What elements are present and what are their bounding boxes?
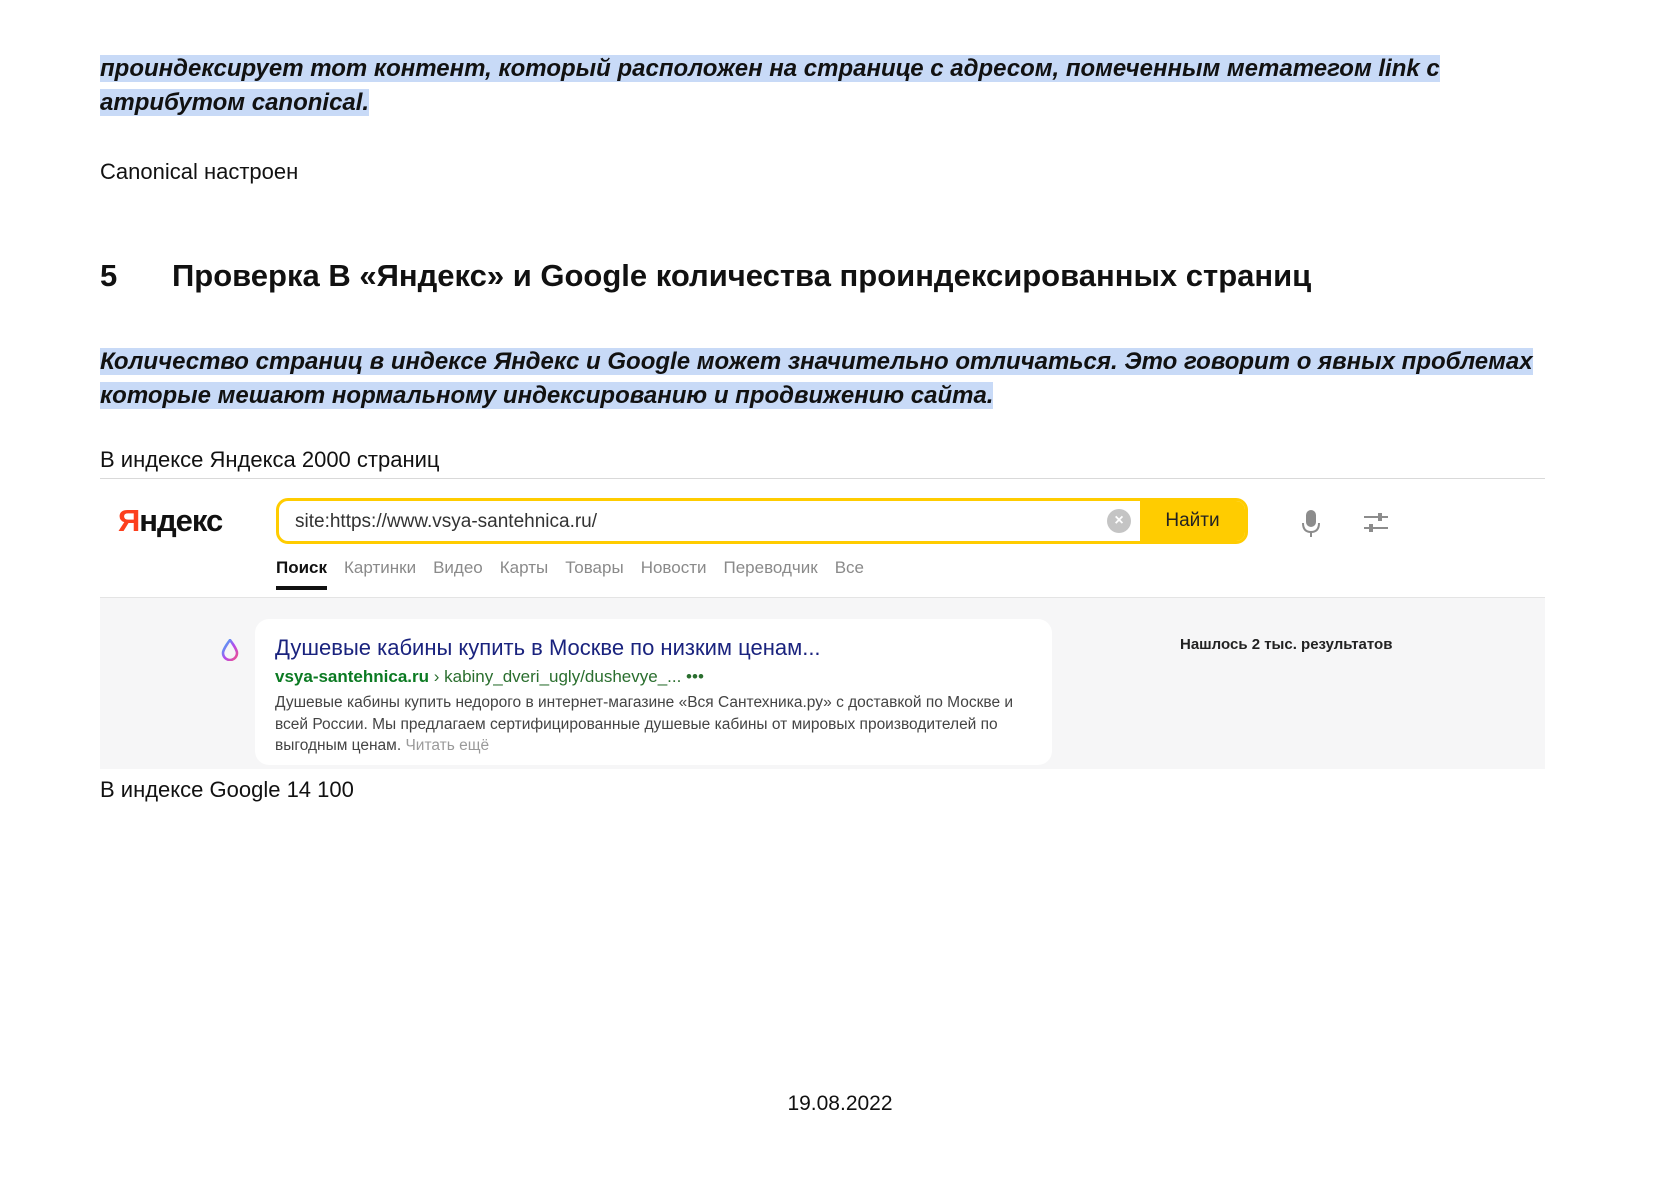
result-snippet: Душевые кабины купить недорого в интерне… <box>275 692 1015 757</box>
paragraph-google-index-count: В индексе Google 14 100 <box>100 777 354 802</box>
result-title-link[interactable]: Душевые кабины купить в Москве по низким… <box>275 635 821 661</box>
yandex-logo[interactable]: Яндекс <box>118 503 223 539</box>
tab-maps[interactable]: Карты <box>500 558 548 590</box>
highlighted-text: Количество страниц в индексе Яндекс и Go… <box>100 348 1533 409</box>
paragraph-canonical-explanation: проиндексирует тот контент, который расп… <box>100 52 1560 120</box>
highlighted-text: проиндексирует тот контент, который расп… <box>100 55 1440 116</box>
tab-all[interactable]: Все <box>835 558 864 590</box>
paragraph-yandex-index-count: В индексе Яндекса 2000 страниц <box>100 447 440 472</box>
paragraph-canonical-status: Canonical настроен <box>100 159 299 184</box>
search-input[interactable] <box>293 501 1077 541</box>
read-more-link[interactable]: Читать ещё <box>405 737 489 754</box>
results-count: Нашлось 2 тыс. результатов <box>1180 636 1393 653</box>
tab-translator[interactable]: Переводчик <box>724 558 818 590</box>
paragraph-index-difference: Количество страниц в индексе Яндекс и Go… <box>100 345 1560 413</box>
settings-sliders-icon[interactable] <box>1362 509 1390 537</box>
favicon-drop-icon <box>221 639 239 661</box>
yandex-header: Яндекс × Найти Поиск Картинки Видео Карты То… <box>100 479 1545 598</box>
result-domain: vsya-santehnica.ru <box>275 667 430 686</box>
result-url[interactable]: vsya-santehnica.ru › kabiny_dveri_ugly/d… <box>275 667 704 687</box>
tab-news[interactable]: Новости <box>641 558 707 590</box>
result-path: › kabiny_dveri_ugly/dushevye_... ••• <box>429 667 704 686</box>
section-title: Проверка В «Яндекс» и Google количества … <box>172 258 1312 293</box>
search-box: × Найти <box>276 498 1248 544</box>
tab-images[interactable]: Картинки <box>344 558 416 590</box>
microphone-icon[interactable] <box>1300 509 1322 539</box>
search-tabs: Поиск Картинки Видео Карты Товары Новости Пере… <box>276 558 881 590</box>
footer-date: 19.08.2022 <box>787 1092 893 1115</box>
tab-search[interactable]: Поиск <box>276 558 328 590</box>
section-heading: 5 Проверка В «Яндекс» и Google количества… <box>100 258 1311 294</box>
tab-video[interactable]: Видео <box>433 558 483 590</box>
yandex-search-screenshot: Яндекс × Найти Поиск Картинки Видео Карты То… <box>100 478 1545 769</box>
section-number: 5 <box>100 258 118 293</box>
clear-icon[interactable]: × <box>1107 509 1131 533</box>
search-button[interactable]: Найти <box>1140 501 1245 541</box>
logo-first-letter: Я <box>118 503 140 538</box>
search-result-card: Душевые кабины купить в Москве по низким… <box>255 619 1052 765</box>
snippet-text: Душевые кабины купить недорого в интерне… <box>275 694 1014 754</box>
logo-rest: ндекс <box>139 503 223 538</box>
tab-products[interactable]: Товары <box>565 558 623 590</box>
